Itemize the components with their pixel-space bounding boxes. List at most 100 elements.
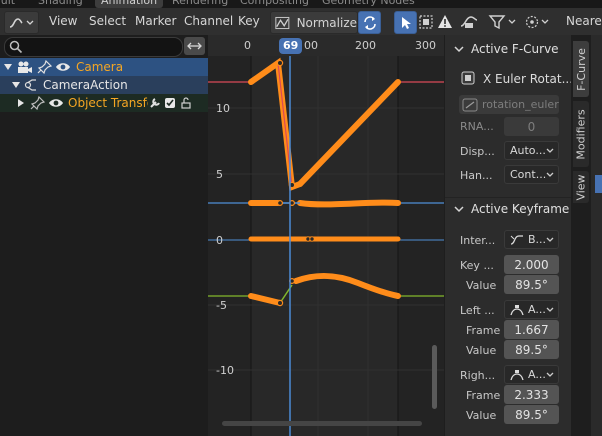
expand-down-icon[interactable]: [2, 61, 14, 73]
normalize-toggle[interactable]: Normalize: [270, 11, 358, 34]
filter-dropdown[interactable]: [484, 11, 522, 32]
cursor-icon: [401, 16, 411, 29]
value-tick-minus-10: -10: [216, 364, 234, 377]
frame-tick-200: 200: [355, 39, 376, 52]
workspace-tab-geometry-nodes[interactable]: Geometry Nodes: [322, 0, 415, 8]
channel-label-group: Object Transform: [68, 96, 148, 110]
swap-filter-button[interactable]: [184, 37, 205, 55]
value-tick-5: 5: [216, 168, 223, 181]
right-frame-label: Frame: [466, 389, 501, 402]
select-tool-button[interactable]: [394, 11, 417, 34]
workspace-tab-animation[interactable]: Animation: [95, 0, 164, 8]
channel-row-object[interactable]: Camera: [0, 58, 208, 76]
value-tick-minus-5: -5: [216, 299, 227, 312]
left-frame-label: Frame: [466, 324, 501, 337]
pin-icon[interactable]: [30, 96, 46, 110]
warning-button[interactable]: [435, 11, 454, 32]
rna-path-icon: [462, 98, 478, 111]
auto-clamped-handle-icon: [510, 304, 524, 315]
interpolation-label: Inter...: [460, 234, 496, 247]
workspace-tab-shading[interactable]: Shading: [38, 0, 83, 8]
current-frame-indicator[interactable]: 69: [283, 39, 298, 52]
menu-marker[interactable]: Marker: [135, 14, 176, 28]
workspace-tab-rendering[interactable]: Rendering: [172, 0, 228, 8]
handle-smoothing-dropdown[interactable]: Cont...: [504, 165, 559, 184]
channel-row-action[interactable]: CameraAction: [0, 76, 208, 94]
active-keyframe-panel-header[interactable]: Active Keyframe: [445, 197, 572, 220]
pivot-icon: [525, 15, 549, 28]
snap-mode-label[interactable]: Neare: [566, 14, 602, 28]
fcurve-name: X Euler Rotat...: [483, 72, 574, 86]
display-color-dropdown[interactable]: Auto...: [504, 141, 559, 160]
key-frame-field[interactable]: 2.000: [504, 255, 559, 274]
left-handle-frame-field[interactable]: 1.667: [504, 320, 559, 339]
collapse-icon: [454, 46, 464, 53]
right-handle-type-dropdown[interactable]: A...: [504, 365, 559, 384]
frame-tick-100: 00: [304, 39, 318, 52]
channel-label-action: CameraAction: [43, 78, 128, 92]
auto-clamped-handle-icon: [510, 369, 524, 380]
channel-search-field[interactable]: [4, 37, 183, 57]
collapse-icon: [454, 206, 464, 213]
normalize-label: Normalize: [296, 15, 357, 30]
auto-normalize-button[interactable]: [358, 11, 381, 34]
camera-icon: [18, 61, 32, 73]
active-keyframe-title: Active Keyframe: [471, 202, 570, 216]
expand-right-icon[interactable]: [15, 97, 27, 109]
chevron-down-icon: [546, 172, 554, 177]
right-handle-frame-field[interactable]: 2.333: [504, 385, 559, 404]
ghost-curve-icon: [460, 15, 477, 28]
pin-icon[interactable]: [37, 60, 53, 74]
active-fcurve-title: Active F-Curve: [471, 42, 559, 56]
expand-down-icon[interactable]: [10, 79, 22, 91]
action-icon: [24, 79, 36, 91]
value-tick-0: 0: [216, 234, 223, 247]
frame-tick-300: 300: [415, 39, 436, 52]
channel-search-input[interactable]: [25, 39, 179, 55]
wrench-icon[interactable]: [149, 97, 161, 109]
menu-select[interactable]: Select: [89, 14, 126, 28]
right-handle-value-field[interactable]: 89.5°: [504, 405, 559, 424]
search-icon: [9, 40, 23, 54]
workspace-tab-compositing[interactable]: Compositing: [240, 0, 309, 8]
menu-view[interactable]: View: [49, 14, 77, 28]
box-select-icon: [418, 14, 433, 29]
chevron-down-icon: [546, 307, 554, 312]
tab-modifiers[interactable]: Modifiers: [573, 101, 589, 167]
eye-icon[interactable]: [48, 97, 64, 109]
channels-region: Camera CameraAction Object Transform: [0, 35, 208, 436]
tab-f-curve[interactable]: F-Curve: [573, 41, 589, 97]
pivot-point-dropdown[interactable]: [523, 11, 553, 32]
left-handle-label: Left ...: [460, 304, 495, 317]
refresh-icon: [363, 15, 376, 30]
menu-channel[interactable]: Channel: [184, 14, 233, 28]
normalize-icon: [275, 16, 290, 29]
checkbox-icon[interactable]: [164, 97, 176, 109]
key-frame-label: Key ...: [460, 259, 494, 272]
filter-icon: [488, 14, 516, 29]
unlock-icon[interactable]: [180, 97, 192, 109]
channel-row-group[interactable]: Object Transform: [0, 94, 208, 112]
eye-icon[interactable]: [55, 61, 71, 73]
key-value-field[interactable]: 89.5°: [504, 275, 559, 294]
data-path-field[interactable]: rotation_euler: [459, 95, 559, 114]
value-tick-10: 10: [216, 102, 230, 115]
active-fcurve-panel-header[interactable]: Active F-Curve: [445, 38, 572, 60]
adjacent-editor-highlight: [595, 175, 602, 193]
menu-key[interactable]: Key: [238, 14, 260, 28]
editor-type-button[interactable]: [4, 11, 39, 34]
graph-region[interactable]: 0 69 00 200 300 10 5 0 -5 -10: [208, 35, 444, 436]
graph-canvas[interactable]: [208, 35, 444, 436]
left-handle-type-dropdown[interactable]: A...: [504, 300, 559, 319]
key-value-label: Value: [466, 279, 497, 292]
tab-view[interactable]: View: [573, 171, 589, 203]
workspace-tab-default[interactable]: ault: [0, 0, 15, 8]
display-color-label: Disp...: [460, 145, 495, 158]
handle-smoothing-label: Han...: [460, 169, 493, 182]
box-select-button[interactable]: [415, 11, 436, 32]
interpolation-dropdown[interactable]: B...: [504, 230, 559, 249]
ghost-curves-button[interactable]: [456, 11, 481, 32]
left-handle-value-field[interactable]: 89.5°: [504, 340, 559, 359]
rna-index-label: RNA...: [460, 120, 494, 133]
graph-editor-header: View Select Marker Channel Key Normalize: [0, 8, 602, 36]
